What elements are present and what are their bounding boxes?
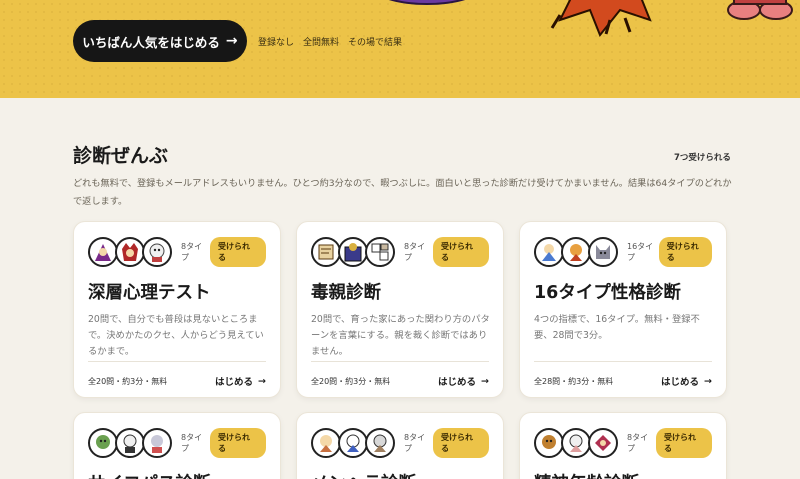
test-card-deep-psychology[interactable]: 8タイプ 受けられる 深層心理テスト 20問で、自分でも普段は見ないところまで。… [73, 221, 281, 398]
card-meta: 全20問・約3分・無料 [88, 376, 168, 386]
feature-all-free: 全問無料 [303, 38, 340, 48]
arrow-right-icon: → [481, 375, 489, 387]
type-avatars [311, 428, 395, 458]
hero-banner: いちばん人気をはじめる → 登録なし 全問無料 その場で結果 [0, 0, 800, 98]
arrow-right-icon: → [704, 375, 712, 387]
card-title: 毒親診断 [311, 283, 381, 303]
start-button[interactable]: はじめる → [215, 374, 266, 389]
hero-features: 登録なし 全問無料 その場で結果 [258, 35, 402, 48]
feature-no-signup: 登録なし [258, 38, 295, 48]
test-card-menhera[interactable]: 8タイプ 受けられる メンヘラ診断 [296, 412, 504, 479]
character-avatar [338, 428, 368, 458]
arrow-right-icon: → [258, 375, 266, 387]
character-avatar [142, 428, 172, 458]
character-avatar [338, 237, 368, 267]
card-meta: 全28問・約3分・無料 [534, 376, 614, 386]
character-avatar [311, 237, 341, 267]
card-meta: 全20問・約3分・無料 [311, 376, 391, 386]
card-description: 20問で、自分でも普段は見ないところまで。決めかたのクセ、人からどう見えているか… [88, 314, 264, 357]
card-description: 20問で、育った家にあった関わり方のパターンを言葉にする。親を裁く診断ではありま… [311, 314, 490, 357]
test-count: 7つ受けられる [674, 153, 731, 163]
type-count: 8タイプ [404, 433, 426, 453]
character-avatar [588, 428, 618, 458]
character-avatar [88, 428, 118, 458]
start-label: はじめる [215, 377, 254, 388]
type-count: 16タイプ [627, 242, 654, 262]
card-title: 精神年齢診断 [534, 470, 639, 479]
type-count: 8タイプ [627, 433, 649, 453]
character-avatar [311, 428, 341, 458]
character-avatar [365, 237, 395, 267]
character-avatar [115, 237, 145, 267]
card-title: サイコパス診断 [88, 470, 211, 479]
type-avatars [88, 237, 172, 267]
available-badge: 受けられる [658, 237, 712, 267]
test-card-toxic-parent[interactable]: 8タイプ 受けられる 毒親診断 20問で、育った家にあった関わり方のパターンを言… [296, 221, 504, 398]
available-badge: 受けられる [656, 428, 712, 458]
character-avatar [534, 237, 564, 267]
test-card-psychopath[interactable]: 8タイプ 受けられる サイコパス診断 [73, 412, 281, 479]
start-button[interactable]: はじめる → [438, 374, 489, 389]
start-popular-button[interactable]: いちばん人気をはじめる → [73, 20, 247, 62]
test-card-mental-age[interactable]: 8タイプ 受けられる 精神年齢診断 [519, 412, 727, 479]
feature-instant-result: その場で結果 [348, 38, 403, 48]
type-avatars [534, 237, 618, 267]
available-badge: 受けられる [210, 237, 266, 267]
character-avatar [561, 237, 591, 267]
available-badge: 受けられる [433, 428, 489, 458]
card-title: 16タイプ性格診断 [534, 283, 681, 303]
character-avatar [588, 237, 618, 267]
character-avatar [365, 428, 395, 458]
type-avatars [88, 428, 172, 458]
type-avatars [311, 237, 395, 267]
type-avatars [534, 428, 618, 458]
available-badge: 受けられる [433, 237, 489, 267]
start-button[interactable]: はじめる → [661, 374, 712, 389]
type-count: 8タイプ [181, 242, 203, 262]
arrow-right-icon: → [225, 33, 238, 49]
available-badge: 受けられる [210, 428, 266, 458]
start-label: はじめる [438, 377, 477, 388]
character-avatar [534, 428, 564, 458]
start-label: はじめる [661, 377, 700, 388]
test-card-16-type[interactable]: 16タイプ 受けられる 16タイプ性格診断 4つの指標で、16タイプ。無料・登録… [519, 221, 727, 398]
character-avatar [142, 237, 172, 267]
card-title: メンヘラ診断 [311, 470, 416, 479]
type-count: 8タイプ [404, 242, 426, 262]
section-description: どれも無料で、登録もメールアドレスもいりません。ひとつ約3分なので、暇つぶしに。… [73, 178, 732, 207]
section-title: 診断ぜんぶ [73, 145, 169, 167]
character-illustration [388, 0, 466, 5]
character-avatar [561, 428, 591, 458]
character-avatar [115, 428, 145, 458]
type-count: 8タイプ [181, 433, 203, 453]
card-description: 4つの指標で、16タイプ。無料・登録不要、28問で3分。 [534, 314, 700, 341]
card-title: 深層心理テスト [88, 283, 211, 303]
character-feet-illustration [727, 0, 793, 20]
dragon-illustration [550, 0, 652, 37]
start-popular-label: いちばん人気をはじめる [82, 34, 220, 50]
character-avatar [88, 237, 118, 267]
